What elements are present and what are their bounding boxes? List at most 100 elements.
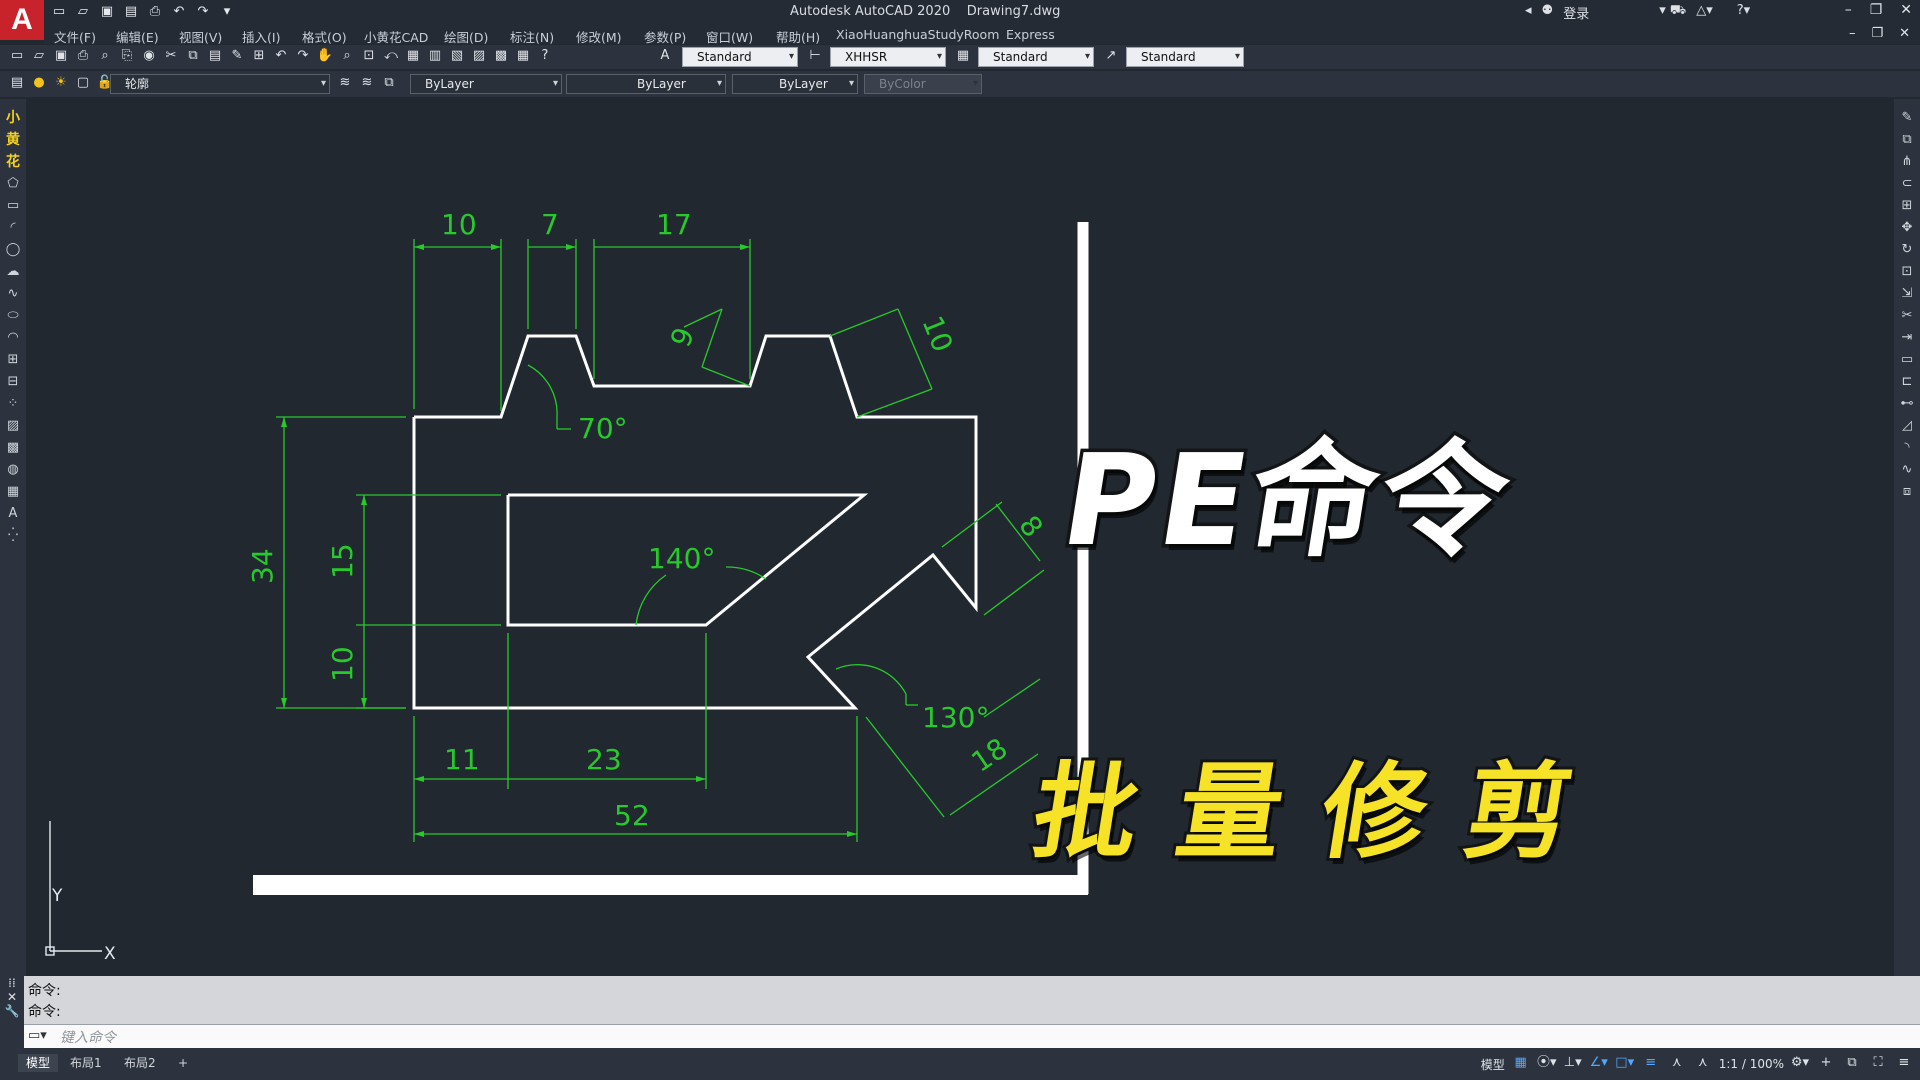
a360-icon[interactable]: △▾ (1696, 3, 1713, 22)
help-icon[interactable]: ? (536, 47, 554, 65)
menu-edit[interactable]: 编辑(E) (116, 27, 159, 46)
scale-icon[interactable]: ⊡ (1898, 263, 1916, 281)
tab-layout1[interactable]: 布局1 (62, 1054, 110, 1072)
save-icon[interactable]: ▣ (52, 47, 70, 65)
scale-readout[interactable]: 1:1 / 100% (1719, 1057, 1784, 1071)
doc-minimize-icon[interactable]: – (1849, 26, 1856, 41)
open-icon[interactable]: ▱ (30, 47, 48, 65)
save-icon[interactable]: ▣ (98, 3, 116, 21)
layer-match-icon[interactable]: ≋ (358, 74, 376, 92)
zoom-window-icon[interactable]: ⊡ (360, 47, 378, 65)
qat-dropdown-icon[interactable]: ▾ (218, 3, 236, 21)
doc-close-icon[interactable]: ✕ (1899, 26, 1910, 41)
model-space-button[interactable]: 模型 (1481, 1056, 1505, 1073)
close-icon[interactable]: ✕ (1900, 2, 1912, 18)
extend-icon[interactable]: ⇥ (1898, 329, 1916, 347)
search-arrow-icon[interactable]: ◂ (1525, 3, 1532, 22)
designcenter-icon[interactable]: ▥ (426, 47, 444, 65)
copy-icon[interactable]: ⧉ (184, 47, 202, 65)
matchprop-icon[interactable]: ✎ (228, 47, 246, 65)
menu-help[interactable]: 帮助(H) (776, 27, 820, 46)
3dprint-icon[interactable]: ◉ (140, 47, 158, 65)
grip-icon[interactable]: ⁞⁞ (0, 976, 24, 990)
offset-icon[interactable]: ⊂ (1898, 175, 1916, 193)
gradient-icon[interactable]: ▩ (4, 439, 22, 457)
rotate-icon[interactable]: ↻ (1898, 241, 1916, 259)
menu-xhh-study[interactable]: XiaoHuanghuaStudyRoom (836, 27, 999, 42)
menu-file[interactable]: 文件(F) (54, 27, 96, 46)
table-style-select[interactable]: Standard ▾ (978, 47, 1094, 67)
undo-icon[interactable]: ↶ (170, 3, 188, 21)
plot-icon[interactable]: ⎙ (74, 47, 92, 65)
join-icon[interactable]: ⊷ (1898, 395, 1916, 413)
stretch-icon[interactable]: ⇲ (1898, 285, 1916, 303)
properties-icon[interactable]: ▦ (404, 47, 422, 65)
xhh-char-2[interactable]: 黄 (4, 131, 22, 149)
dim-style-icon[interactable]: ⊢ (806, 47, 824, 65)
insert-block-icon[interactable]: ⊞ (4, 351, 22, 369)
command-window-handle[interactable]: ⁞⁞ ✕ 🔧 (0, 976, 24, 1048)
isolate-icon[interactable]: ⧉ (1842, 1054, 1862, 1074)
xhh-char-1[interactable]: 小 (4, 109, 22, 127)
customize-icon[interactable]: 🔧 (0, 1004, 24, 1018)
ellipse-icon[interactable]: ⬭ (4, 307, 22, 325)
linetype-select[interactable]: ByLayer ▾ (566, 74, 726, 94)
doc-restore-icon[interactable]: ❐ (1871, 26, 1883, 41)
gear-icon[interactable]: ⚙▾ (1790, 1054, 1810, 1074)
text-style-icon[interactable]: A (656, 47, 674, 65)
ortho-icon[interactable]: ⊥▾ (1563, 1054, 1583, 1074)
break-icon[interactable]: ⊏ (1898, 373, 1916, 391)
command-input[interactable]: ▭▾ 键入命令 (24, 1024, 1920, 1048)
redo-icon[interactable]: ↷ (194, 3, 212, 21)
text-style-select[interactable]: Standard ▾ (682, 47, 798, 67)
array-icon[interactable]: ⊞ (1898, 197, 1916, 215)
menu-parametric[interactable]: 参数(P) (644, 27, 686, 46)
erase-icon[interactable]: ✎ (1898, 109, 1916, 127)
calculator-icon[interactable]: ▦ (514, 47, 532, 65)
layer-properties-icon[interactable]: ▤ (8, 74, 26, 92)
table-style-icon[interactable]: ▦ (954, 47, 972, 65)
hatch-icon[interactable]: ▨ (4, 417, 22, 435)
plus-icon[interactable]: + (1816, 1054, 1836, 1074)
menu-modify[interactable]: 修改(M) (576, 27, 622, 46)
fillet-icon[interactable]: ◝ (1898, 439, 1916, 457)
polar-icon[interactable]: ∠▾ (1589, 1054, 1609, 1074)
rectangle-icon[interactable]: ▭ (4, 197, 22, 215)
restore-icon[interactable]: ❐ (1870, 2, 1883, 18)
minimize-icon[interactable]: – (1845, 2, 1852, 18)
annoscale-icon[interactable]: ⋏ (1693, 1054, 1713, 1074)
circle-icon[interactable]: ◯ (4, 241, 22, 259)
lineweight-icon[interactable]: ≡ (1641, 1054, 1661, 1074)
copy-icon[interactable]: ⧉ (1898, 131, 1916, 149)
cart-icon[interactable]: ▾ ⛟ (1659, 3, 1686, 22)
pan-icon[interactable]: ✋ (316, 47, 334, 65)
region-icon[interactable]: ◍ (4, 461, 22, 479)
table-icon[interactable]: ▦ (4, 483, 22, 501)
annotation-icon[interactable]: ⋏ (1667, 1054, 1687, 1074)
chamfer-icon[interactable]: ◿ (1898, 417, 1916, 435)
open-icon[interactable]: ▱ (74, 3, 92, 21)
signin-link[interactable]: 登录 (1563, 3, 1589, 22)
zoom-previous-icon[interactable]: ⤺ (382, 47, 400, 65)
zoom-realtime-icon[interactable]: ⌕ (338, 47, 356, 65)
mtext-icon[interactable]: A (4, 505, 22, 523)
menu-icon[interactable]: ≡ (1894, 1054, 1914, 1074)
redo-icon[interactable]: ↷ (294, 47, 312, 65)
publish-icon[interactable]: ⎘ (118, 47, 136, 65)
tab-layout2[interactable]: 布局2 (116, 1054, 164, 1072)
blend-icon[interactable]: ∿ (1898, 461, 1916, 479)
lineweight-select[interactable]: ByLayer ▾ (732, 74, 858, 94)
close-icon[interactable]: ✕ (0, 990, 24, 1004)
menu-window[interactable]: 窗口(W) (706, 27, 753, 46)
menu-format[interactable]: 格式(O) (302, 27, 347, 46)
polygon-icon[interactable]: ⬠ (4, 175, 22, 193)
menu-insert[interactable]: 插入(I) (242, 27, 280, 46)
osnap-icon[interactable]: □▾ (1615, 1054, 1635, 1074)
sun-icon[interactable]: ☀ (52, 74, 70, 92)
new-icon[interactable]: ▭ (8, 47, 26, 65)
make-block-icon[interactable]: ⊟ (4, 373, 22, 391)
grid-icon[interactable]: ▦ (1511, 1054, 1531, 1074)
users-icon[interactable]: ⚉ (1542, 3, 1554, 22)
app-menu-button[interactable]: A (0, 0, 44, 40)
mleader-style-icon[interactable]: ↗ (1102, 47, 1120, 65)
